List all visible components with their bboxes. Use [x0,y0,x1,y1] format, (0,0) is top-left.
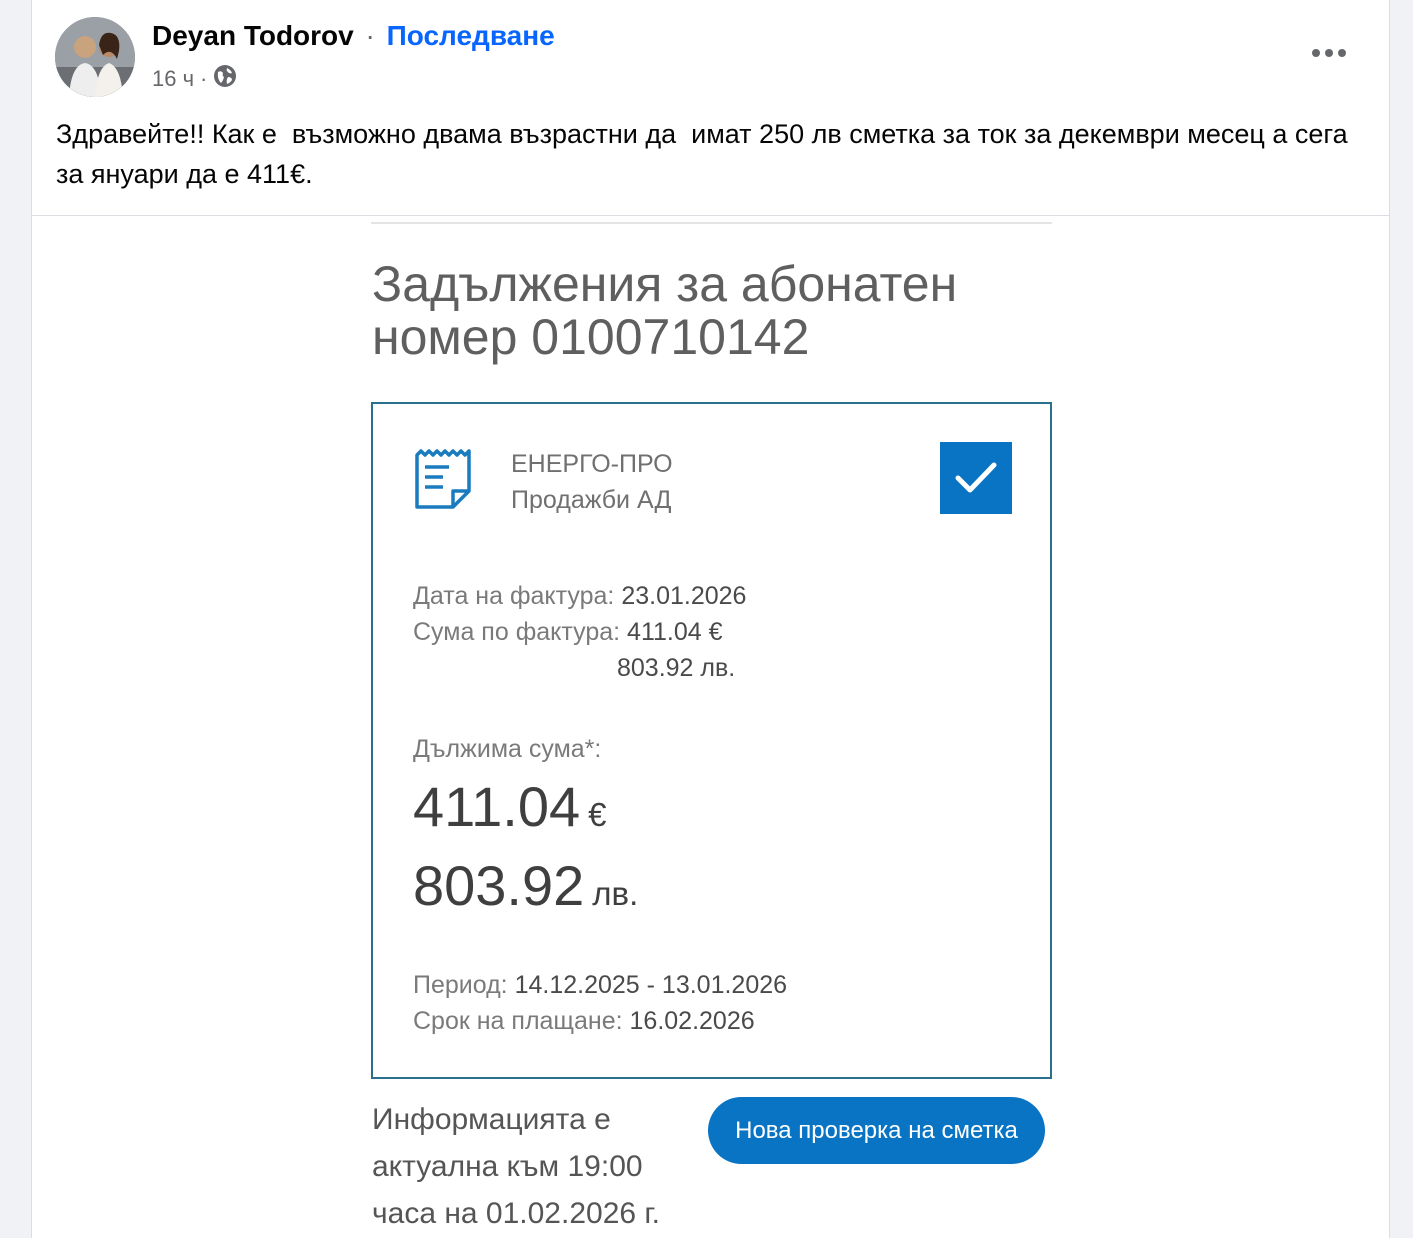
more-options-button[interactable] [1309,38,1349,68]
company-line-1: ЕНЕРГО-ПРО [511,450,673,478]
company-line-2: Продажби АД [511,486,672,514]
due-amount-label: Дължима сума*: [413,735,602,763]
invoice-amount-label: Сума по фактура: [413,618,628,646]
invoice-date-row: Дата на фактура: 23.01.2026 [413,578,746,614]
new-check-button[interactable]: Нова проверка на сметка [708,1097,1045,1164]
post-meta: 16 ч · [152,64,237,94]
invoice-date-value: 23.01.2026 [621,582,747,610]
author-line: Deyan Todorov · Последване [152,20,555,52]
invoice-amount-bgn: 803.92 лв. [617,654,736,682]
globe-icon [213,64,237,94]
info-timestamp: Информацията е актуална към 19:00 часа н… [372,1103,661,1230]
invoice-amount-bgn-row: 803.92 лв. [617,650,735,686]
due-eur-value: 411.04 [413,775,581,838]
post-time[interactable]: 16 ч [152,66,194,92]
post-image[interactable]: Задължения за абонатен номер 0100710142 … [32,216,1389,1238]
post-header: Deyan Todorov · Последване 16 ч · [32,0,1389,110]
select-checkbox[interactable] [940,442,1012,514]
facebook-post: Deyan Todorov · Последване 16 ч · Здраве… [31,0,1390,1238]
separator: · [365,20,375,51]
due-amount-bgn: 803.92 лв. [413,853,638,918]
company-name: ЕНЕРГО-ПРО Продажби АД [511,446,673,518]
invoice-amount-row: Сума по фактура: 411.04 € [413,614,723,650]
period-value: 14.12.2025 - 13.01.2026 [514,971,788,999]
bill-card: ЕНЕРГО-ПРО Продажби АД Дата на фактура: … [371,402,1052,1079]
invoice-amount-eur: 411.04 € [627,618,723,646]
author-name[interactable]: Deyan Todorov [152,20,354,51]
period-row: Период: 14.12.2025 - 13.01.2026 [413,967,787,1003]
period-label: Период: [413,971,515,999]
payment-deadline-row: Срок на плащане: 16.02.2026 [413,1003,755,1039]
due-amount-eur: 411.04 € [413,774,606,839]
bill-title: Задължения за абонатен номер 0100710142 [372,256,958,365]
due-bgn-value: 803.92 [413,854,585,917]
due-bgn-currency: лв. [592,875,639,912]
invoice-date-label: Дата на фактура: [413,582,622,610]
invoice-document-icon [413,447,473,511]
follow-button[interactable]: Последване [387,20,555,51]
avatar[interactable] [55,17,135,97]
more-horizontal-icon [1312,49,1346,57]
due-eur-currency: € [588,796,607,833]
checkmark-icon [955,462,997,493]
image-top-rule [371,222,1052,224]
meta-separator: · [200,66,208,91]
post-text: Здравейте!! Как е възможно двама възраст… [56,119,1356,189]
avatar-photo [55,17,135,97]
payment-deadline-label: Срок на плащане: [413,1007,630,1035]
payment-deadline-value: 16.02.2026 [629,1007,755,1035]
